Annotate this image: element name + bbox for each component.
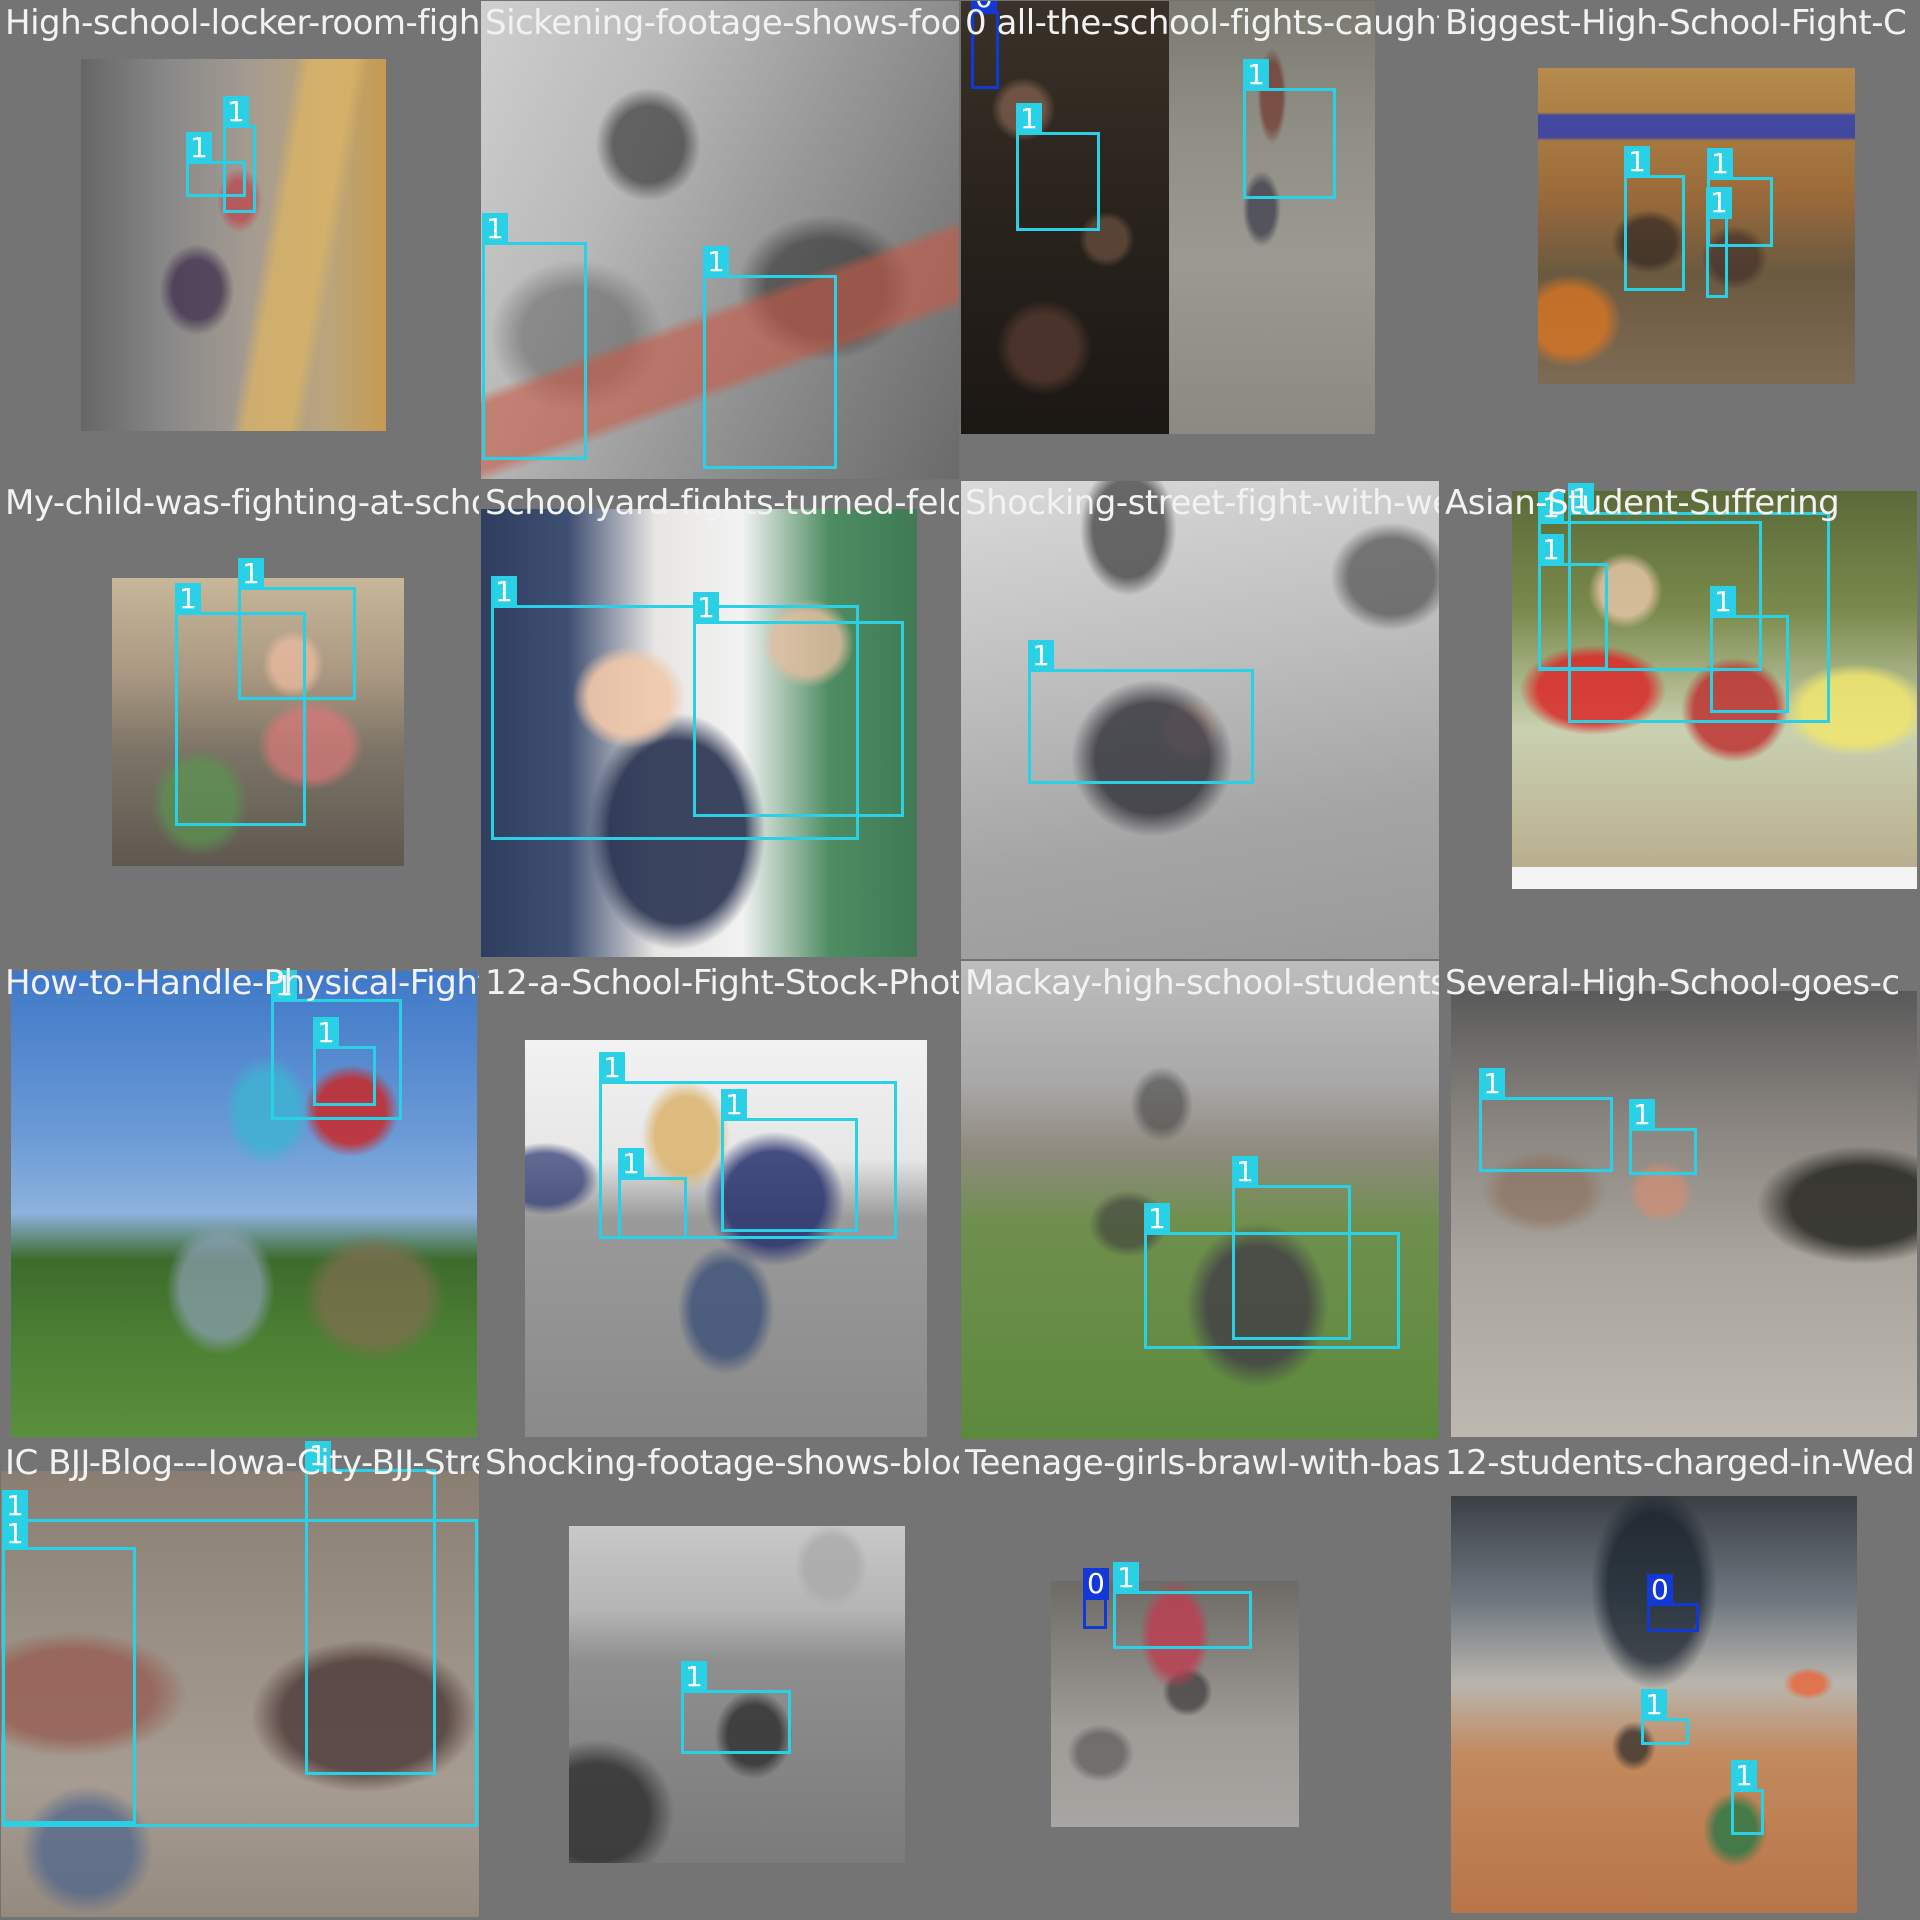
tile-8: Asian-Student-Suffering 1 1 1 1 (1441, 481, 1919, 959)
tile-title: Several-High-School-goes-c (1445, 963, 1900, 1003)
box-label: 1 (1144, 1203, 1170, 1235)
detection-box: 1 (313, 1017, 376, 1106)
box-label: 1 (1028, 640, 1054, 672)
tile-1: High-school-locker-room-fight 1 1 (1, 1, 479, 479)
tile-title: High-school-locker-room-fight (5, 3, 479, 43)
detection-box: 1 (681, 1661, 791, 1754)
tile-title: 0 all-the-school-fights-caught (965, 3, 1439, 43)
tile-title: Shocking-footage-shows-bloody (485, 1443, 959, 1483)
tile-6: Schoolyard-fights-turned-felon 1 1 (481, 481, 959, 959)
box-label: 1 (1538, 534, 1564, 566)
tile-title: How-to-Handle-Physical-Fight (5, 963, 479, 1003)
tile-4: Biggest-High-School-Fight-C 1 1 1 (1441, 1, 1919, 479)
detection-box: 1 (721, 1089, 858, 1232)
box-label: 1 (1706, 187, 1732, 219)
box-label: 1 (313, 1017, 339, 1049)
tile-title: Biggest-High-School-Fight-C (1445, 3, 1907, 43)
detection-box: 0 (1647, 1574, 1699, 1632)
box-label: 1 (238, 558, 264, 590)
tile-10: 12-a-School-Fight-Stock-Photo 1 1 1 (481, 961, 959, 1439)
detection-box: 1 (1479, 1068, 1613, 1172)
box-label: 1 (1707, 148, 1733, 180)
photo (1512, 867, 1917, 889)
tile-title: My-child-was-fighting-at-school (5, 483, 479, 523)
tile-16: 12-students-charged-in-Wed 0 1 1 (1441, 1441, 1919, 1919)
tile-11: Mackay-high-school-students 1 1 (961, 961, 1439, 1439)
box-label: 1 (721, 1089, 747, 1121)
detection-box: 0 (1083, 1568, 1109, 1629)
box-label: 1 (1641, 1689, 1667, 1721)
tile-7: Shocking-street-fight-with-weap 1 (961, 481, 1439, 959)
detection-box: 1 (1641, 1689, 1689, 1745)
box-label: 1 (681, 1661, 707, 1693)
detection-box: 1 (1016, 103, 1100, 231)
detection-box: 1 (305, 1441, 436, 1775)
box-label: 1 (693, 592, 719, 624)
box-label: 1 (1629, 1099, 1655, 1131)
tile-title: Mackay-high-school-students (965, 963, 1439, 1003)
detection-box: 1 (1706, 187, 1732, 298)
box-label: 1 (703, 246, 729, 278)
tile-9: How-to-Handle-Physical-Fight 1 1 (1, 961, 479, 1439)
tile-title: IC BJJ-Blog---Iowa-City-BJJ-Street (5, 1443, 479, 1483)
box-label: 1 (1710, 586, 1736, 618)
tile-5: My-child-was-fighting-at-school 1 1 (1, 481, 479, 959)
detection-box: 1 (703, 246, 837, 469)
detection-box: 1 (1232, 1156, 1351, 1340)
detection-box: 1 (1113, 1562, 1252, 1649)
photo (1538, 68, 1855, 384)
box-label: 1 (223, 96, 249, 128)
detection-box: 1 (1731, 1760, 1764, 1835)
box-label: 1 (1016, 103, 1042, 135)
tile-title: Asian-Student-Suffering (1445, 483, 1840, 523)
tile-title: Shocking-street-fight-with-weap (965, 483, 1439, 523)
detection-box: 1 (1629, 1099, 1697, 1175)
box-label: 1 (1232, 1156, 1258, 1188)
detection-box: 1 (1624, 146, 1685, 291)
detection-box: 1 (2, 1518, 136, 1824)
tile-title: 12-a-School-Fight-Stock-Photo (485, 963, 959, 1003)
box-label: 1 (1113, 1562, 1139, 1594)
box-label: 1 (1731, 1760, 1757, 1792)
detection-grid: High-school-locker-room-fight 1 1 Sicken… (0, 0, 1920, 1920)
detection-box: 1 (1243, 59, 1336, 199)
detection-box: 1 (1710, 586, 1789, 713)
box-label: 1 (2, 1518, 28, 1550)
detection-box: 1 (238, 558, 356, 700)
detection-box: 1 (693, 592, 904, 817)
detection-box: 1 (1538, 534, 1608, 670)
detection-box: 1 (1028, 640, 1254, 784)
detection-box: 1 (618, 1148, 687, 1239)
tile-title: Teenage-girls-brawl-with-baseball-bats (965, 1443, 1439, 1483)
tile-15: Teenage-girls-brawl-with-baseball-bats 0… (961, 1441, 1439, 1919)
tile-14: Shocking-footage-shows-bloody 1 (481, 1441, 959, 1919)
box-label: 0 (1083, 1568, 1109, 1600)
box-label: 1 (1243, 59, 1269, 91)
photo (961, 961, 1439, 1439)
photo (1451, 991, 1917, 1437)
box-label: 1 (175, 583, 201, 615)
box-label: 1 (1624, 146, 1650, 178)
tile-title: Schoolyard-fights-turned-felon (485, 483, 959, 523)
box-label: 1 (618, 1148, 644, 1180)
photo (1169, 1, 1375, 434)
box-label: 1 (482, 213, 508, 245)
tile-title: Sickening-footage-shows-football (485, 3, 959, 43)
box-label: 1 (491, 576, 517, 608)
tile-13: IC BJJ-Blog---Iowa-City-BJJ-Street 1 1 1 (1, 1441, 479, 1919)
tile-title: 12-students-charged-in-Wed (1445, 1443, 1915, 1483)
photo (11, 971, 477, 1437)
tile-12: Several-High-School-goes-c 1 1 (1441, 961, 1919, 1439)
detection-box: 1 (223, 96, 256, 213)
box-label: 1 (599, 1052, 625, 1084)
box-label: 1 (1479, 1068, 1505, 1100)
detection-box: 1 (482, 213, 587, 460)
tile-2: Sickening-footage-shows-football 1 1 (481, 1, 959, 479)
box-label: 1 (186, 132, 212, 164)
tile-3: 0 all-the-school-fights-caught 0 1 1 (961, 1, 1439, 479)
box-label: 0 (1647, 1574, 1673, 1606)
